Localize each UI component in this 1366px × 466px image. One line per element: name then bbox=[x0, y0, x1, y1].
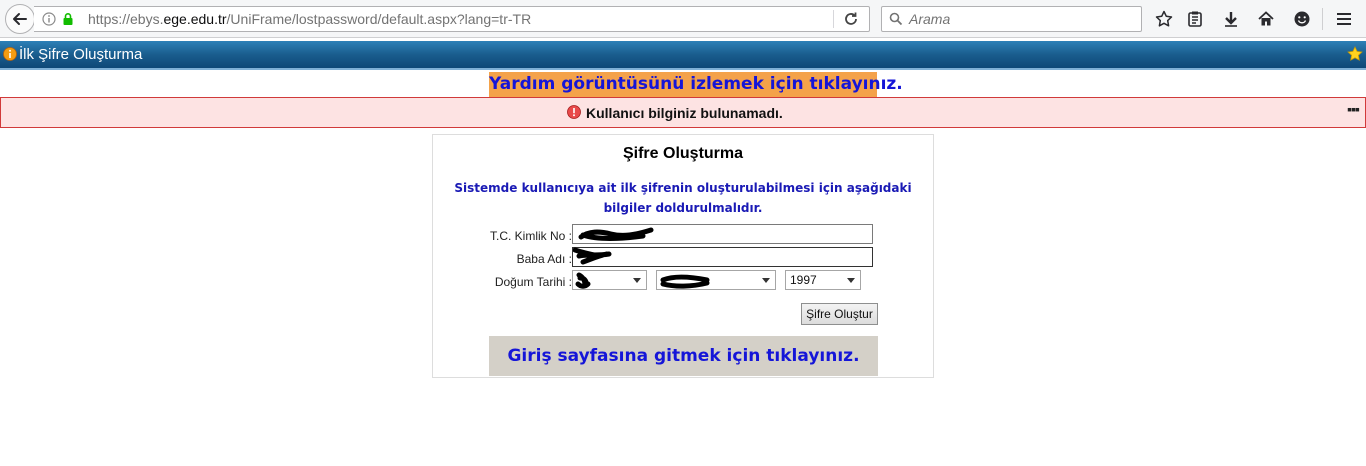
birth-month-select[interactable] bbox=[656, 270, 776, 290]
tc-kimlik-input[interactable] bbox=[572, 224, 873, 244]
reload-icon[interactable] bbox=[843, 11, 859, 27]
toolbar-separator bbox=[1322, 8, 1323, 30]
redaction-scribble bbox=[575, 272, 591, 289]
form-title: Şifre Oluşturma bbox=[622, 145, 744, 162]
father-name-input[interactable] bbox=[572, 247, 873, 267]
birth-year-select[interactable]: 1997 bbox=[785, 270, 861, 290]
birth-date-label: Doğum Tarihi : bbox=[494, 275, 572, 289]
url-separator bbox=[833, 10, 834, 28]
redaction-scribble bbox=[660, 274, 710, 289]
father-name-label: Baba Adı : bbox=[516, 252, 572, 266]
url-path: /UniFrame/lostpassword/default.aspx?lang… bbox=[226, 11, 532, 27]
url-text[interactable]: https://ebys.ege.edu.tr/UniFrame/lostpas… bbox=[88, 11, 531, 27]
chevron-down-icon bbox=[762, 278, 770, 283]
login-page-link[interactable]: Giriş sayfasına gitmek için tıklayınız. bbox=[489, 336, 878, 376]
birth-day-select[interactable] bbox=[572, 270, 647, 290]
form-description: Sistemde kullanıcıya ait ilk şifrenin ol… bbox=[454, 181, 912, 215]
tc-label: T.C. Kimlik No : bbox=[489, 229, 572, 243]
info-icon[interactable] bbox=[42, 12, 56, 26]
back-button[interactable] bbox=[5, 4, 35, 34]
reading-list-icon[interactable] bbox=[1185, 9, 1205, 29]
birth-year-value: 1997 bbox=[790, 273, 817, 287]
smiley-icon[interactable] bbox=[1292, 9, 1312, 29]
error-banner: Kullanıcı bilginiz bulunamadı. ▪▪▪ bbox=[0, 97, 1366, 128]
error-icon bbox=[567, 105, 581, 119]
chevron-down-icon bbox=[847, 278, 855, 283]
search-bar[interactable]: Arama bbox=[881, 6, 1142, 32]
home-icon[interactable] bbox=[1256, 9, 1276, 29]
redaction-scribble bbox=[578, 227, 654, 241]
browser-toolbar: https://ebys.ege.edu.tr/UniFrame/lostpas… bbox=[0, 0, 1366, 38]
info-badge-icon bbox=[3, 47, 17, 61]
download-icon[interactable] bbox=[1221, 9, 1241, 29]
page-header: İlk Şifre Oluşturma bbox=[0, 41, 1366, 70]
help-video-link[interactable]: Yardım görüntüsünü izlemek için tıklayın… bbox=[489, 72, 903, 97]
password-form-panel: Şifre Oluşturma Sistemde kullanıcıya ait… bbox=[432, 134, 934, 378]
create-password-button[interactable]: Şifre Oluştur bbox=[801, 303, 878, 325]
back-arrow-icon bbox=[13, 13, 27, 25]
menu-icon[interactable] bbox=[1334, 9, 1354, 29]
chevron-down-icon bbox=[633, 278, 641, 283]
url-prefix: https://ebys. bbox=[88, 11, 164, 27]
lock-icon[interactable] bbox=[61, 12, 75, 26]
error-message: Kullanıcı bilginiz bulunamadı. bbox=[586, 105, 783, 121]
favorite-star-icon[interactable] bbox=[1347, 46, 1363, 62]
search-icon bbox=[889, 12, 903, 26]
bookmark-star-icon[interactable] bbox=[1154, 9, 1174, 29]
page-title: İlk Şifre Oluşturma bbox=[19, 46, 143, 63]
url-bar[interactable]: https://ebys.ege.edu.tr/UniFrame/lostpas… bbox=[34, 6, 870, 32]
more-dots-icon[interactable]: ▪▪▪ bbox=[1347, 101, 1360, 117]
url-host: ege.edu.tr bbox=[163, 11, 227, 27]
redaction-scribble bbox=[573, 247, 612, 265]
search-placeholder: Arama bbox=[909, 11, 951, 27]
